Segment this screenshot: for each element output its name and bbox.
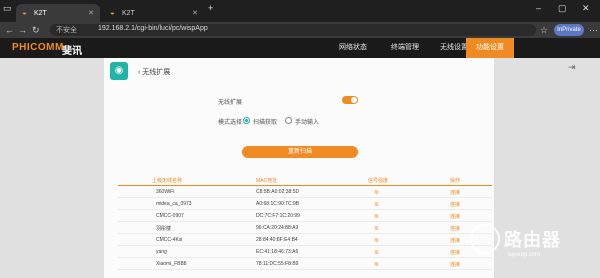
connect-link[interactable]: 连接 [450, 261, 460, 268]
mac-cell: EC:41:18:46:73:A6 [256, 249, 299, 255]
close-icon[interactable]: ✕ [88, 9, 94, 17]
browser-tab[interactable]: ◒ K2T ✕ [104, 4, 204, 22]
rescan-button[interactable]: 重新扫描 [242, 146, 358, 158]
back-link-label: 无线扩展 [142, 69, 171, 76]
ssid-cell: 羽彤楼 [156, 226, 172, 232]
back-link[interactable]: ‹ 无线扩展 [138, 67, 170, 77]
wifi-signal-icon: ≋ [374, 262, 380, 268]
phicomm-logo: PHICOMM [12, 42, 64, 53]
connect-link[interactable]: 连接 [450, 249, 460, 256]
mac-cell: 96:CA:20:24:88:A9 [256, 225, 299, 231]
mode-manual-radio[interactable] [285, 117, 292, 124]
wifi-signal-icon: ≋ [374, 250, 380, 256]
tab-actions-icon[interactable]: ▭ [3, 3, 12, 14]
wifi-extend-app-icon: ◉ [110, 62, 128, 80]
url-text: 192.168.2.1/cgi-bin/luci/pc/wispApp [98, 25, 208, 32]
ssid-cell: Xiaomi_FBB8 [156, 261, 187, 267]
mode-label: 模式选择 [218, 120, 243, 126]
connect-link[interactable]: 连接 [450, 201, 460, 208]
address-bar[interactable]: 不安全 192.168.2.1/cgi-bin/luci/pc/wispApp [50, 24, 536, 36]
favorites-icon[interactable]: ☆ [540, 24, 548, 36]
wifi-signal-icon: ≋ [374, 190, 380, 196]
wifi-signal-icon: ≋ [374, 214, 380, 220]
nav-device-management[interactable]: 终端管理 [380, 38, 430, 58]
window-close-icon[interactable]: ✕ [582, 3, 590, 14]
watermark-logo-icon [470, 224, 500, 254]
tab-title: K2T [122, 9, 135, 17]
forward-icon[interactable]: → [18, 24, 27, 36]
mac-cell: A0:68:1C:90:7C:9B [256, 201, 300, 207]
browser-tab[interactable]: ◒ K2T ✕ [16, 4, 100, 22]
nav-feature-settings[interactable]: 功能设置 [466, 38, 514, 58]
maximize-icon[interactable]: ▢ [558, 3, 567, 14]
connect-link[interactable]: 连接 [450, 213, 460, 220]
table-row [118, 247, 492, 258]
wifi-signal-icon: ≋ [374, 238, 380, 244]
wifi-signal-icon: ≋ [374, 226, 380, 232]
mode-scan-label: 扫描获取 [253, 120, 278, 126]
table-row [118, 223, 492, 234]
ssid-cell: yang [156, 249, 167, 255]
more-menu-icon[interactable]: ⋯ [589, 24, 598, 36]
phicomm-logo-cn: 斐讯 [62, 46, 82, 57]
reload-icon[interactable]: ↻ [32, 24, 40, 36]
mac-cell: DC:7C:F7:1C:20:99 [256, 213, 300, 219]
tab-title: K2T [34, 9, 47, 17]
minimize-icon[interactable]: – [536, 3, 541, 13]
ssid-cell: CMCC-0907 [156, 213, 184, 219]
mac-cell: 78:11:DC:55:F8:B9 [256, 261, 299, 267]
wifi-favicon-icon: ◒ [22, 8, 27, 17]
watermark-subtext: luyouqi.com [508, 252, 541, 258]
col-ssid: 上级无线名称 [152, 178, 183, 184]
new-tab-button[interactable]: + [208, 3, 213, 13]
security-label: 不安全 [56, 27, 77, 34]
connect-link[interactable]: 连接 [450, 237, 460, 244]
col-signal: 信号强度 [368, 178, 389, 184]
mac-cell: C8:5B:A0:02:38:5D [256, 189, 300, 195]
ssid-cell: midea_ca_0973 [156, 201, 192, 207]
ssid-cell: 360WiFi [156, 189, 175, 195]
site-watermark: 路由器 luyouqi.com [470, 222, 590, 268]
wifi-signal-icon: ≋ [374, 202, 380, 208]
mac-cell: 28:84:40:8F:E4:B4 [256, 237, 298, 243]
col-mac: MAC地址 [256, 178, 278, 184]
connect-link[interactable]: 连接 [450, 225, 460, 232]
mode-manual-label: 手动输入 [295, 120, 320, 126]
watermark-text: 路由器 [504, 230, 561, 250]
col-action: 操作 [450, 178, 461, 184]
inprivate-badge[interactable]: InPrivate [554, 24, 584, 36]
close-icon[interactable]: ✕ [192, 9, 198, 17]
connect-link[interactable]: 连接 [450, 189, 460, 196]
wireless-extend-toggle[interactable] [342, 96, 358, 104]
back-icon[interactable]: ← [5, 24, 14, 36]
wifi-favicon-icon: ◒ [110, 8, 115, 17]
mode-scan-radio[interactable] [243, 117, 250, 124]
nav-network-status[interactable]: 网络状态 [326, 38, 380, 58]
side-tool-icon[interactable]: ⇥ [568, 62, 576, 73]
ssid-cell: CMCC-4Ksi [156, 237, 183, 243]
switch-label: 无线扩展 [218, 100, 243, 106]
